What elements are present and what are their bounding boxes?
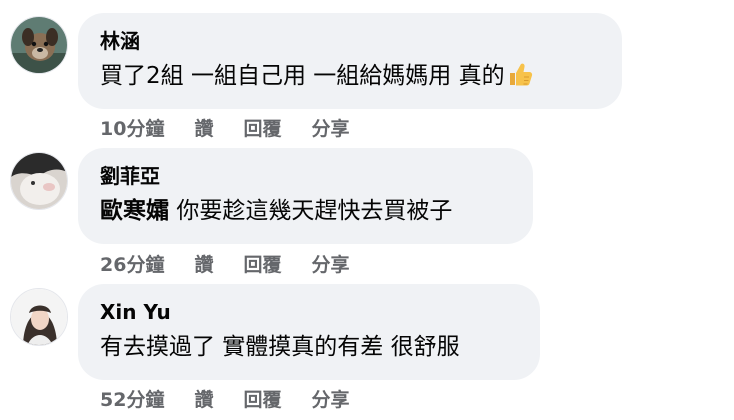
thumbs-up-icon <box>507 61 533 97</box>
reply-link[interactable]: 回覆 <box>243 250 281 277</box>
comment-actions: 52分鐘 讚 回覆 分享 <box>100 385 380 412</box>
share-link[interactable]: 分享 <box>311 385 349 412</box>
comment-author[interactable]: 林涵 <box>100 29 600 53</box>
comment-actions: 26分鐘 讚 回覆 分享 <box>100 250 380 277</box>
reply-link[interactable]: 回覆 <box>243 385 281 412</box>
mention-tag[interactable]: 歐寒孀 <box>100 198 169 224</box>
reply-link[interactable]: 回覆 <box>243 114 281 141</box>
comment-body: 買了2組 一組自己用 一組給媽媽用 真的 <box>100 63 505 89</box>
comment-text: 有去摸過了 實體摸真的有差 很舒服 <box>100 334 460 360</box>
comment-text: 歐寒孀 你要趁這幾天趕快去買被子 <box>100 194 511 228</box>
comment-bubble: 劉菲亞 歐寒孀 你要趁這幾天趕快去買被子 <box>78 148 533 244</box>
comment-author[interactable]: Xin Yu <box>100 300 518 324</box>
like-link[interactable]: 讚 <box>194 114 213 141</box>
comment-bubble: Xin Yu 有去摸過了 實體摸真的有差 很舒服 <box>78 284 540 380</box>
comment-text: 買了2組 一組自己用 一組給媽媽用 真的 <box>100 59 600 97</box>
comment-time[interactable]: 26分鐘 <box>100 250 164 277</box>
comment-bubble: 林涵 買了2組 一組自己用 一組給媽媽用 真的 <box>78 13 622 109</box>
share-link[interactable]: 分享 <box>311 114 349 141</box>
like-link[interactable]: 讚 <box>194 250 213 277</box>
avatar[interactable] <box>10 288 68 346</box>
cat-avatar-icon <box>11 153 67 209</box>
person-avatar-icon <box>11 289 67 345</box>
comment-author[interactable]: 劉菲亞 <box>100 164 511 188</box>
comment-actions: 10分鐘 讚 回覆 分享 <box>100 114 380 141</box>
comment-time[interactable]: 52分鐘 <box>100 385 164 412</box>
comment-body: 你要趁這幾天趕快去買被子 <box>176 198 453 224</box>
like-link[interactable]: 讚 <box>194 385 213 412</box>
comment-time[interactable]: 10分鐘 <box>100 114 164 141</box>
share-link[interactable]: 分享 <box>311 250 349 277</box>
dog-avatar-icon <box>11 17 67 73</box>
avatar[interactable] <box>10 16 68 74</box>
avatar[interactable] <box>10 152 68 210</box>
